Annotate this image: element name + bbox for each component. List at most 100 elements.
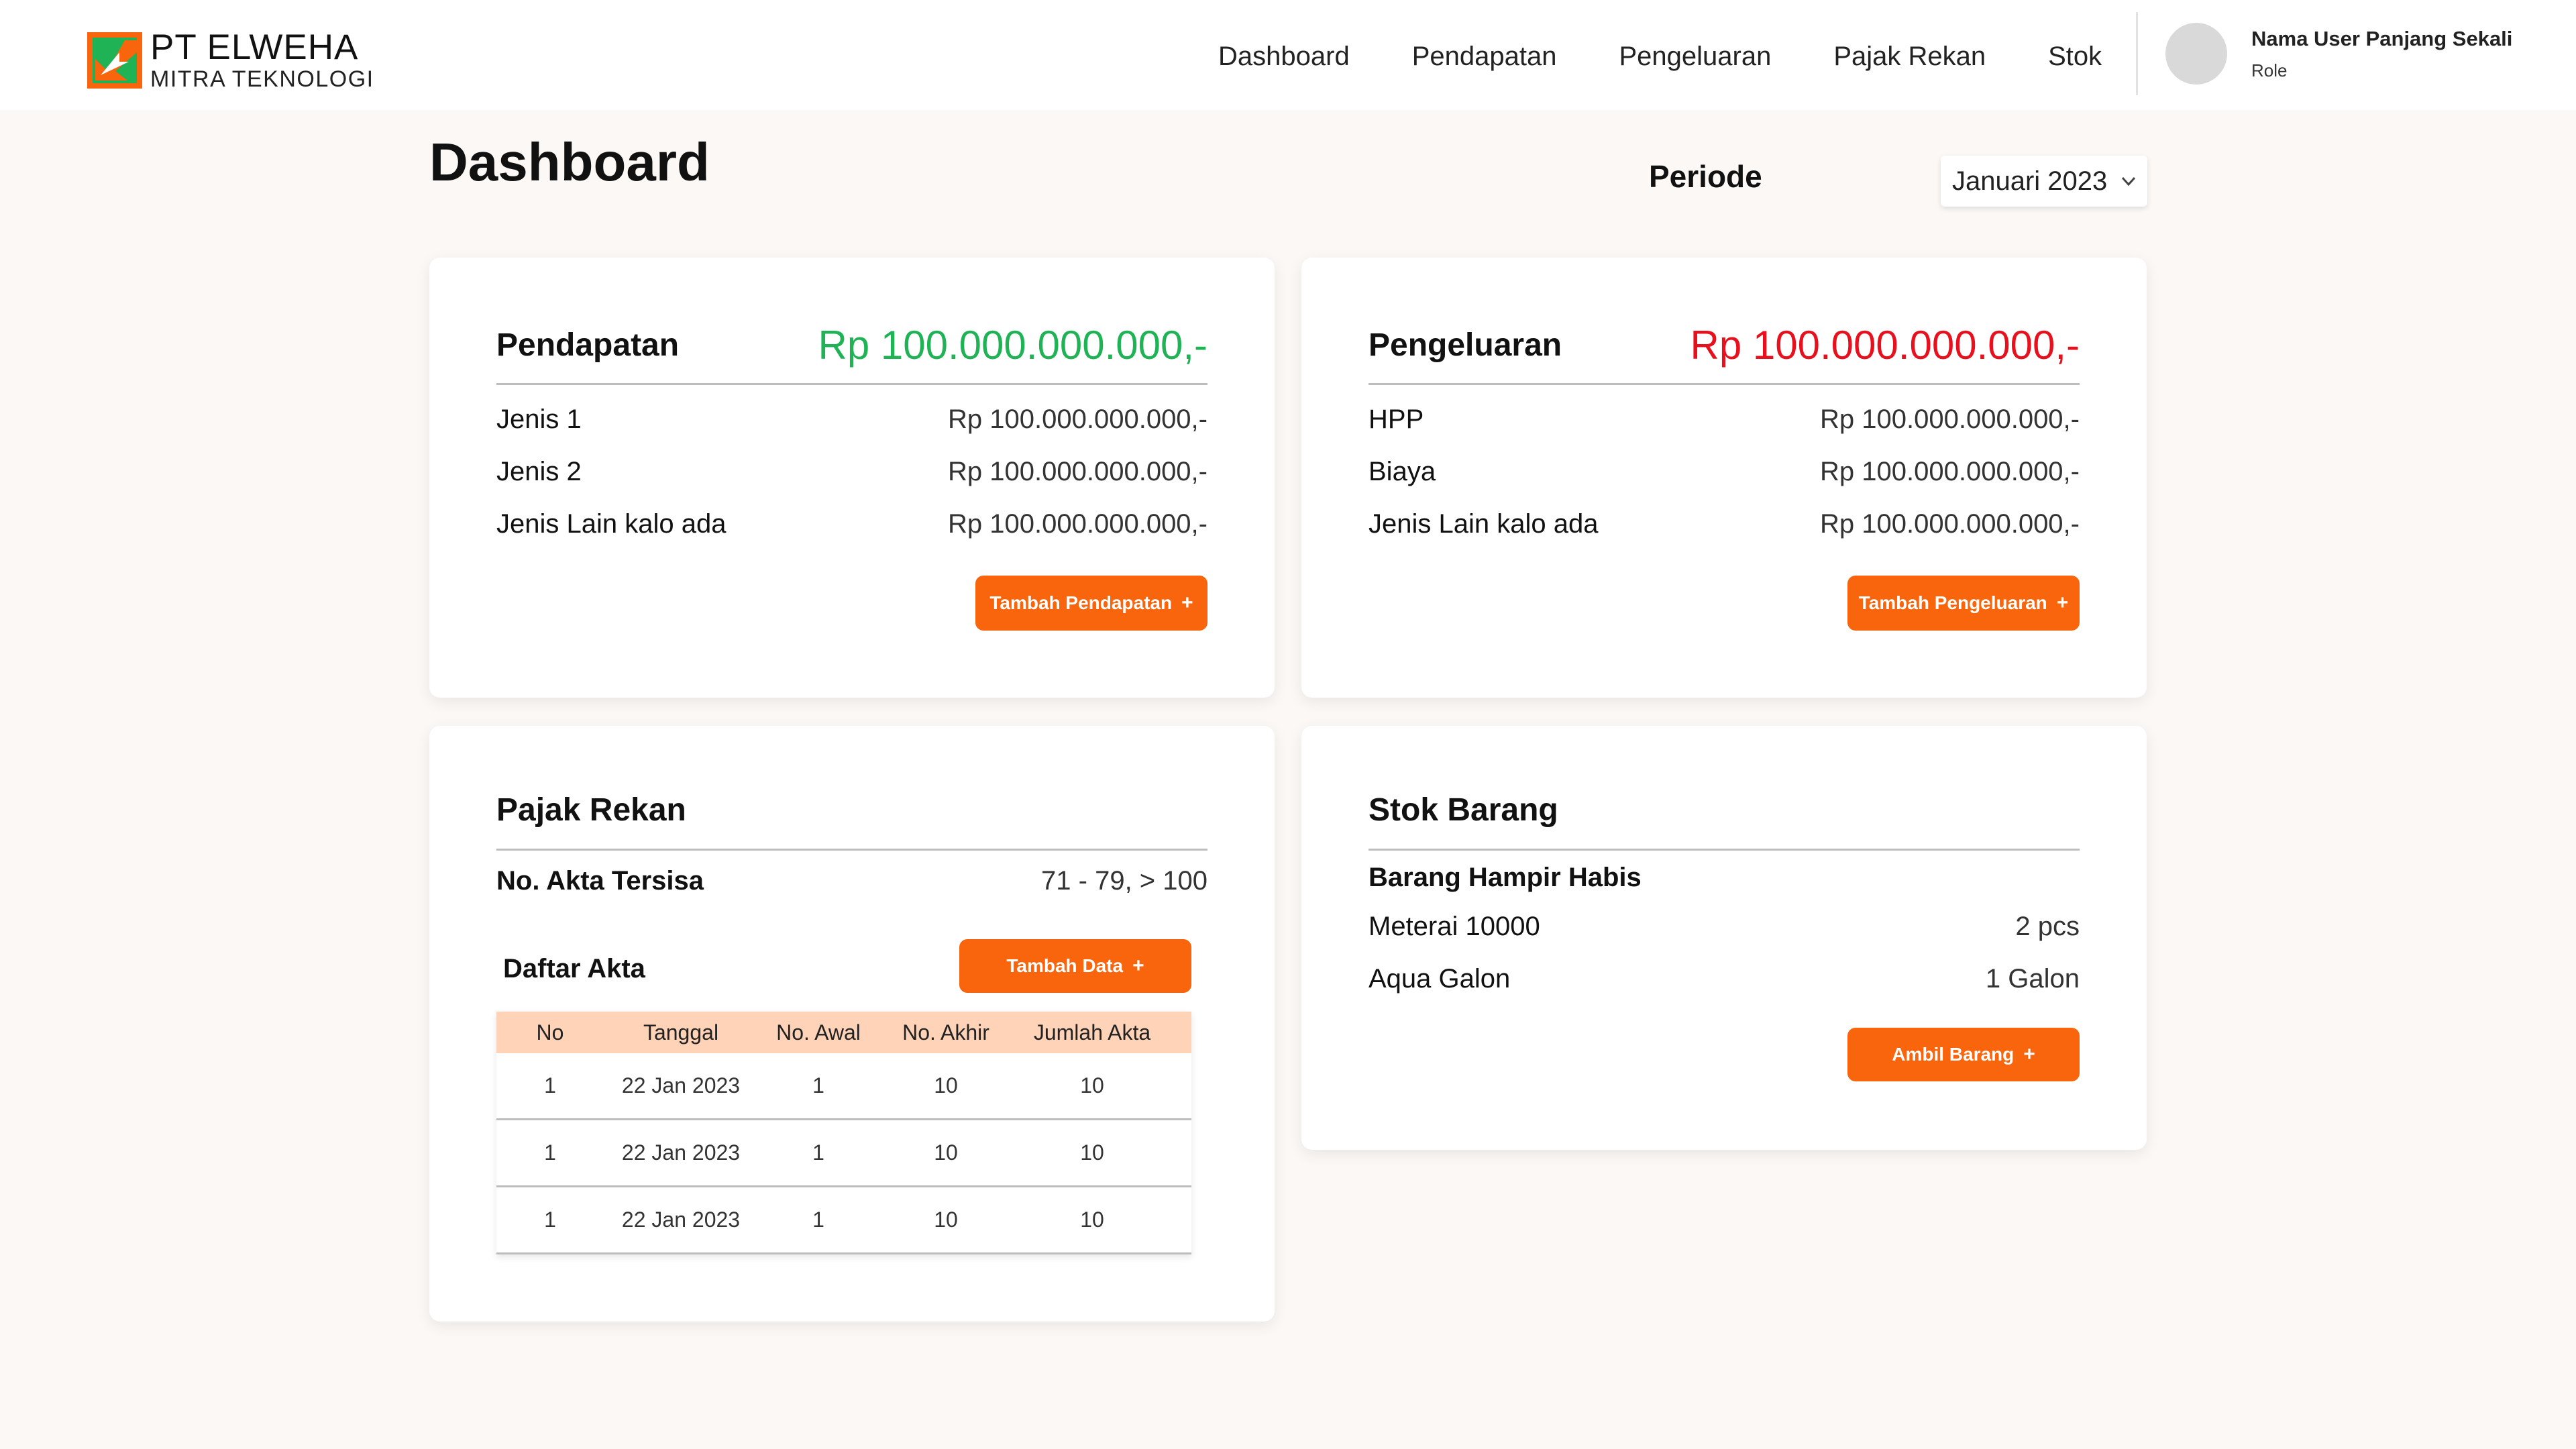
col-header: Jumlah Akta	[1033, 1020, 1151, 1044]
chevron-down-icon	[2122, 176, 2136, 186]
nav-dashboard[interactable]: Dashboard	[1218, 42, 1350, 72]
nav-stok[interactable]: Stok	[2048, 42, 2102, 72]
nav-pajak-rekan[interactable]: Pajak Rekan	[1833, 42, 1986, 72]
user-name: Nama User Panjang Sekali	[2251, 26, 2513, 50]
cell-jumlah: 10	[1080, 1073, 1104, 1097]
top-navbar: PT ELWEHA MITRA TEKNOLOGI Dashboard Pend…	[0, 0, 2576, 110]
table-row[interactable]: 1 22 Jan 2023 1 10 10	[496, 1187, 1191, 1254]
divider	[496, 383, 1208, 385]
cell-no-akhir: 10	[934, 1208, 958, 1232]
tambah-pengeluaran-button[interactable]: Tambah Pengeluaran +	[1847, 576, 2080, 631]
pengeluaran-row-value: Rp 100.000.000.000,-	[1820, 508, 2080, 539]
table-row[interactable]: 1 22 Jan 2023 1 10 10	[496, 1053, 1191, 1120]
list-item: Jenis 2 Rp 100.000.000.000,-	[496, 445, 1208, 498]
stok-row-label: Aqua Galon	[1368, 963, 1511, 994]
nav-divider	[2136, 12, 2138, 95]
pendapatan-row-label: Jenis Lain kalo ada	[496, 508, 727, 539]
stok-subtitle-row: Barang Hampir Habis	[1368, 855, 2080, 900]
avatar[interactable]	[2165, 23, 2227, 85]
ambil-barang-label: Ambil Barang	[1892, 1044, 2015, 1065]
cell-tanggal: 22 Jan 2023	[621, 1140, 741, 1165]
pendapatan-card: Pendapatan Rp 100.000.000.000,- Jenis 1 …	[429, 258, 1275, 698]
list-item: Jenis 1 Rp 100.000.000.000,-	[496, 393, 1208, 445]
pendapatan-row-value: Rp 100.000.000.000,-	[948, 404, 1208, 434]
col-header: No. Awal	[776, 1020, 861, 1044]
stok-title: Stok Barang	[1368, 792, 1558, 828]
cell-jumlah: 10	[1080, 1140, 1104, 1165]
col-header: Tanggal	[643, 1020, 719, 1044]
list-item: Meterai 10000 2 pcs	[1368, 900, 2080, 953]
akta-tersisa-label: No. Akta Tersisa	[496, 865, 704, 896]
cell-no-awal: 1	[812, 1073, 824, 1097]
col-header: No	[536, 1020, 564, 1044]
cell-jumlah: 10	[1080, 1208, 1104, 1232]
pendapatan-total: Rp 100.000.000.000,-	[818, 323, 1208, 368]
akta-tersisa-value: 71 - 79, > 100	[1041, 865, 1208, 896]
user-role: Role	[2251, 60, 2288, 80]
divider	[496, 849, 1208, 851]
periode-dropdown[interactable]: Januari 2023	[1941, 156, 2147, 207]
pengeluaran-row-label: Biaya	[1368, 456, 1436, 486]
cell-no: 1	[544, 1073, 556, 1097]
stok-row-label: Meterai 10000	[1368, 911, 1540, 941]
pendapatan-row-value: Rp 100.000.000.000,-	[948, 508, 1208, 539]
cell-no-akhir: 10	[934, 1140, 958, 1165]
list-item: HPP Rp 100.000.000.000,-	[1368, 393, 2080, 445]
divider	[1368, 383, 2080, 385]
pendapatan-row-label: Jenis 2	[496, 456, 582, 486]
periode-value: Januari 2023	[1952, 166, 2108, 196]
pengeluaran-row-label: HPP	[1368, 404, 1424, 434]
list-item: Aqua Galon 1 Galon	[1368, 953, 2080, 1005]
logo-title: PT ELWEHA	[150, 28, 359, 67]
user-menu[interactable]: Nama User Panjang Sekali Role	[2165, 23, 2512, 85]
cell-no-akhir: 10	[934, 1073, 958, 1097]
pengeluaran-row-value: Rp 100.000.000.000,-	[1820, 404, 2080, 434]
pengeluaran-title: Pengeluaran	[1368, 327, 1562, 363]
cell-no: 1	[544, 1140, 556, 1165]
tambah-data-button[interactable]: Tambah Data +	[959, 939, 1191, 993]
akta-tersisa-row: No. Akta Tersisa 71 - 79, > 100	[496, 857, 1208, 904]
nav-pengeluaran[interactable]: Pengeluaran	[1619, 42, 1771, 72]
logo-subtitle: MITRA TEKNOLOGI	[150, 66, 374, 92]
cell-no-awal: 1	[812, 1140, 824, 1165]
main-nav: Dashboard Pendapatan Pengeluaran Pajak R…	[1218, 36, 2102, 76]
pendapatan-row-label: Jenis 1	[496, 404, 582, 434]
daftar-akta-table: No Tanggal No. Awal No. Akhir Jumlah Akt…	[496, 1012, 1191, 1254]
pendapatan-title: Pendapatan	[496, 327, 680, 363]
tambah-data-label: Tambah Data	[1006, 955, 1124, 976]
plus-icon: +	[1181, 592, 1193, 614]
stok-row-value: 2 pcs	[2015, 911, 2080, 941]
table-header: No Tanggal No. Awal No. Akhir Jumlah Akt…	[496, 1012, 1191, 1053]
daftar-akta-title: Daftar Akta	[503, 954, 645, 983]
stok-subtitle: Barang Hampir Habis	[1368, 862, 1642, 892]
logo[interactable]: PT ELWEHA MITRA TEKNOLOGI	[87, 30, 374, 91]
periode-label: Periode	[1649, 159, 1762, 194]
cell-no: 1	[544, 1208, 556, 1232]
ambil-barang-button[interactable]: Ambil Barang +	[1847, 1028, 2080, 1081]
cell-tanggal: 22 Jan 2023	[621, 1208, 741, 1232]
pendapatan-row-value: Rp 100.000.000.000,-	[948, 456, 1208, 486]
stok-row-value: 1 Galon	[1985, 963, 2080, 994]
stok-barang-card: Stok Barang Barang Hampir Habis Meterai …	[1301, 726, 2147, 1150]
pengeluaran-total: Rp 100.000.000.000,-	[1690, 323, 2080, 368]
tambah-pendapatan-button[interactable]: Tambah Pendapatan +	[975, 576, 1208, 631]
pajak-title: Pajak Rekan	[496, 792, 686, 828]
tambah-pendapatan-label: Tambah Pendapatan	[989, 592, 1173, 613]
col-header: No. Akhir	[902, 1020, 989, 1044]
plus-icon: +	[2023, 1043, 2035, 1065]
list-item: Jenis Lain kalo ada Rp 100.000.000.000,-	[1368, 498, 2080, 550]
list-item: Biaya Rp 100.000.000.000,-	[1368, 445, 2080, 498]
list-item: Jenis Lain kalo ada Rp 100.000.000.000,-	[496, 498, 1208, 550]
plus-icon: +	[2056, 592, 2069, 614]
table-row[interactable]: 1 22 Jan 2023 1 10 10	[496, 1120, 1191, 1187]
pengeluaran-card: Pengeluaran Rp 100.000.000.000,- HPP Rp …	[1301, 258, 2147, 698]
cell-tanggal: 22 Jan 2023	[621, 1073, 741, 1097]
logo-mark-icon	[87, 32, 142, 89]
pengeluaran-row-value: Rp 100.000.000.000,-	[1820, 456, 2080, 486]
plus-icon: +	[1132, 955, 1144, 977]
cell-no-awal: 1	[812, 1208, 824, 1232]
tambah-pengeluaran-label: Tambah Pengeluaran	[1858, 592, 2047, 613]
nav-pendapatan[interactable]: Pendapatan	[1412, 42, 1557, 72]
page-title: Dashboard	[429, 132, 710, 192]
divider	[1368, 849, 2080, 851]
